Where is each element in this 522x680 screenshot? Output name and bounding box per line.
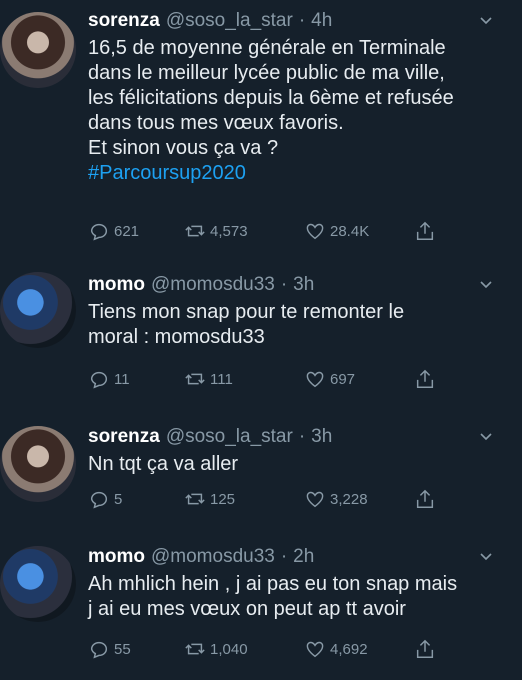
timestamp[interactable]: 3h	[293, 274, 314, 296]
tweet-text: Nn tqt ça va aller	[88, 452, 502, 477]
like-button[interactable]: 4,692	[304, 638, 414, 660]
like-count: 3,228	[330, 490, 368, 508]
chevron-down-icon[interactable]	[480, 14, 492, 26]
reply-count: 55	[114, 640, 131, 658]
share-icon	[416, 369, 434, 388]
separator-dot: ·	[298, 10, 306, 31]
tweet-1[interactable]: sorenza @soso_la_star · 4h 16,5 de moyen…	[0, 0, 522, 262]
tweet-line: les félicitations depuis la 6ème et refu…	[88, 87, 454, 109]
tweet-actions: 11 111 697	[88, 368, 436, 390]
tweet-header: momo @momosdu33 · 2h	[88, 546, 502, 568]
chevron-down-icon[interactable]	[480, 550, 492, 562]
reply-icon	[90, 371, 108, 389]
tweet-line: Tiens mon snap pour te remonter le	[88, 301, 405, 323]
reply-button[interactable]: 11	[88, 368, 184, 390]
tweet-header: sorenza @soso_la_star · 4h	[88, 10, 502, 32]
tweet-text: Tiens mon snap pour te remonter le moral…	[88, 300, 502, 350]
timestamp[interactable]: 3h	[311, 426, 332, 448]
chevron-down-icon[interactable]	[480, 278, 492, 290]
hashtag-link[interactable]: #Parcoursup2020	[88, 161, 502, 186]
separator-dot: ·	[298, 426, 306, 447]
retweet-count: 1,040	[210, 640, 248, 658]
author-name[interactable]: momo	[88, 546, 145, 568]
tweet-line: Ah mhlich hein , j ai pas eu ton snap ma…	[88, 573, 458, 595]
heart-icon	[306, 491, 324, 508]
retweet-button[interactable]: 111	[184, 368, 304, 390]
heart-icon	[306, 641, 324, 658]
tweet-line: Nn tqt ça va aller	[88, 453, 239, 475]
tweet-actions: 5 125 3,228	[88, 488, 436, 510]
timestamp[interactable]: 4h	[311, 10, 332, 32]
timestamp[interactable]: 2h	[293, 546, 314, 568]
retweet-button[interactable]: 4,573	[184, 220, 304, 242]
share-icon	[416, 489, 434, 508]
author-handle[interactable]: @soso_la_star	[166, 426, 293, 448]
retweet-icon	[185, 643, 205, 655]
retweet-icon	[185, 225, 205, 237]
tweet-header: momo @momosdu33 · 3h	[88, 274, 502, 296]
author-handle[interactable]: @momosdu33	[151, 274, 275, 296]
tweet-line: 16,5 de moyenne générale en Terminale	[88, 37, 446, 59]
tweet-line: dans tous mes vœux favoris.	[88, 112, 344, 134]
reply-count: 11	[114, 370, 130, 388]
tweet-4[interactable]: momo @momosdu33 · 2h Ah mhlich hein , j …	[0, 534, 522, 680]
retweet-count: 111	[210, 370, 233, 388]
tweet-line: Et sinon vous ça va ?	[88, 137, 279, 159]
reply-count: 5	[114, 490, 123, 508]
reply-button[interactable]: 5	[88, 488, 184, 510]
like-count: 28.4K	[330, 222, 370, 240]
author-name[interactable]: sorenza	[88, 426, 160, 448]
separator-dot: ·	[280, 274, 288, 295]
tweet-header: sorenza @soso_la_star · 3h	[88, 426, 502, 448]
like-count: 4,692	[330, 640, 368, 658]
retweet-icon	[185, 373, 205, 385]
reply-icon	[90, 641, 108, 659]
tweet-3[interactable]: sorenza @soso_la_star · 3h Nn tqt ça va …	[0, 414, 522, 534]
avatar[interactable]	[0, 426, 76, 502]
avatar[interactable]	[0, 12, 76, 88]
retweet-button[interactable]: 125	[184, 488, 304, 510]
tweet-line: dans le meilleur lycée public de ma vill…	[88, 62, 445, 84]
author-handle[interactable]: @momosdu33	[151, 546, 275, 568]
author-name[interactable]: momo	[88, 274, 145, 296]
reply-count: 621	[114, 222, 140, 240]
share-button[interactable]	[414, 220, 436, 242]
tweet-text: 16,5 de moyenne générale en Terminale da…	[88, 36, 502, 186]
tweet-2[interactable]: momo @momosdu33 · 3h Tiens mon snap pour…	[0, 262, 522, 414]
share-button[interactable]	[414, 638, 436, 660]
like-button[interactable]: 697	[304, 368, 414, 390]
heart-icon	[306, 371, 324, 388]
author-name[interactable]: sorenza	[88, 10, 160, 32]
share-icon	[416, 221, 434, 240]
retweet-icon	[185, 493, 205, 505]
tweet-line: j ai eu mes vœux on peut ap tt avoir	[88, 598, 406, 620]
author-handle[interactable]: @soso_la_star	[166, 10, 293, 32]
retweet-count: 4,573	[210, 222, 248, 240]
like-count: 697	[330, 370, 356, 388]
heart-icon	[306, 223, 324, 240]
like-button[interactable]: 3,228	[304, 488, 414, 510]
reply-icon	[90, 223, 108, 241]
chevron-down-icon[interactable]	[480, 430, 492, 442]
share-button[interactable]	[414, 368, 436, 390]
avatar[interactable]	[0, 272, 76, 348]
share-button[interactable]	[414, 488, 436, 510]
retweet-button[interactable]: 1,040	[184, 638, 304, 660]
like-button[interactable]: 28.4K	[304, 220, 414, 242]
retweet-count: 125	[210, 490, 236, 508]
separator-dot: ·	[280, 546, 288, 567]
tweet-actions: 621 4,573 28.4K	[88, 220, 436, 242]
tweet-text: Ah mhlich hein , j ai pas eu ton snap ma…	[88, 572, 502, 622]
avatar[interactable]	[0, 546, 76, 622]
tweet-line: moral : momosdu33	[88, 326, 265, 348]
tweet-actions: 55 1,040 4,692	[88, 638, 436, 660]
share-icon	[416, 639, 434, 658]
reply-icon	[90, 491, 108, 509]
reply-button[interactable]: 55	[88, 638, 184, 660]
reply-button[interactable]: 621	[88, 220, 184, 242]
